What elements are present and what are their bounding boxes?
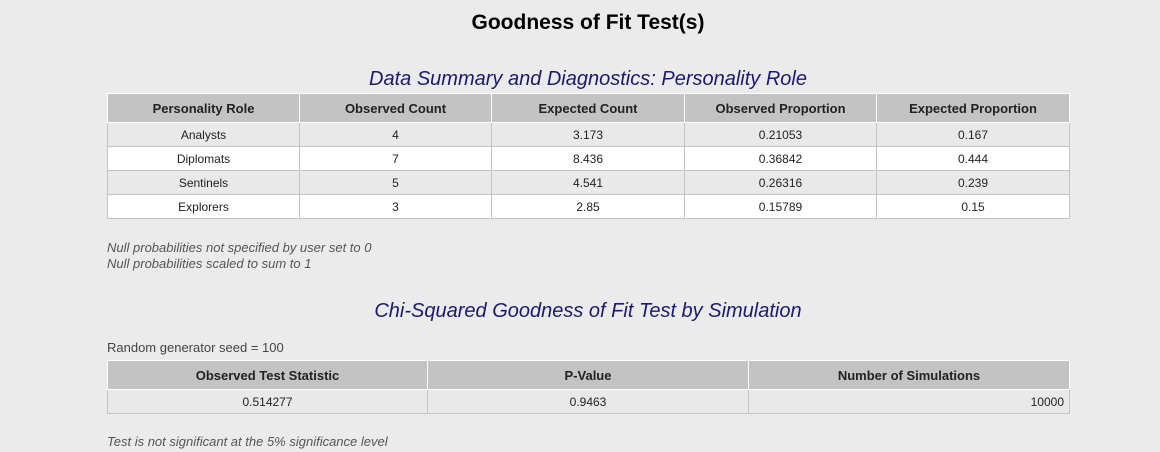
p-value-cell: 0.9463 <box>427 389 749 414</box>
page-title: Goodness of Fit Test(s) <box>471 11 705 34</box>
chisq-table: Observed Test Statistic P-Value Number o… <box>107 360 1070 414</box>
table-cell: 0.15 <box>876 194 1070 219</box>
table-cell: 0.239 <box>876 170 1070 195</box>
column-header: Observed Test Statistic <box>107 360 428 390</box>
chisq-header-row: Observed Test Statistic P-Value Number o… <box>107 360 1070 390</box>
table-cell: 4.541 <box>491 170 685 195</box>
column-header: Observed Proportion <box>684 93 877 123</box>
table-cell: 4 <box>299 122 492 147</box>
table-cell: 3 <box>299 194 492 219</box>
table-row: Sentinels 5 4.541 0.26316 0.239 <box>107 170 1070 195</box>
table-cell: 8.436 <box>491 146 685 171</box>
table-cell: 0.26316 <box>684 170 877 195</box>
test-statistic-cell: 0.514277 <box>107 389 428 414</box>
table-row: 0.514277 0.9463 10000 <box>107 389 1070 414</box>
column-header: Observed Count <box>299 93 492 123</box>
table-row: Explorers 3 2.85 0.15789 0.15 <box>107 194 1070 219</box>
table-cell: 0.167 <box>876 122 1070 147</box>
table-cell: 3.173 <box>491 122 685 147</box>
table-row: Diplomats 7 8.436 0.36842 0.444 <box>107 146 1070 171</box>
simulations-cell: 10000 <box>748 389 1070 414</box>
null-prob-scaled-note: Null probabilities scaled to sum to 1 <box>107 256 312 271</box>
summary-header-row: Personality Role Observed Count Expected… <box>107 93 1070 123</box>
output-page: Goodness of Fit Test(s) Data Summary and… <box>0 0 1160 452</box>
table-cell: Explorers <box>107 194 300 219</box>
table-cell: 0.444 <box>876 146 1070 171</box>
table-cell: Diplomats <box>107 146 300 171</box>
chisq-heading: Chi-Squared Goodness of Fit Test by Simu… <box>374 300 802 322</box>
table-cell: 0.15789 <box>684 194 877 219</box>
table-cell: 7 <box>299 146 492 171</box>
table-cell: Sentinels <box>107 170 300 195</box>
table-row: Analysts 4 3.173 0.21053 0.167 <box>107 122 1070 147</box>
null-prob-note: Null probabilities not specified by user… <box>107 240 372 255</box>
column-header: Expected Proportion <box>876 93 1070 123</box>
table-cell: 2.85 <box>491 194 685 219</box>
table-cell: 0.36842 <box>684 146 877 171</box>
column-header: Number of Simulations <box>748 360 1070 390</box>
column-header: P-Value <box>427 360 749 390</box>
column-header: Expected Count <box>491 93 685 123</box>
seed-text: Random generator seed = 100 <box>107 340 284 355</box>
summary-table: Personality Role Observed Count Expected… <box>107 93 1070 219</box>
table-cell: 5 <box>299 170 492 195</box>
summary-heading: Data Summary and Diagnostics: Personalit… <box>369 68 807 90</box>
significance-conclusion: Test is not significant at the 5% signif… <box>107 434 388 449</box>
table-cell: Analysts <box>107 122 300 147</box>
table-cell: 0.21053 <box>684 122 877 147</box>
column-header: Personality Role <box>107 93 300 123</box>
